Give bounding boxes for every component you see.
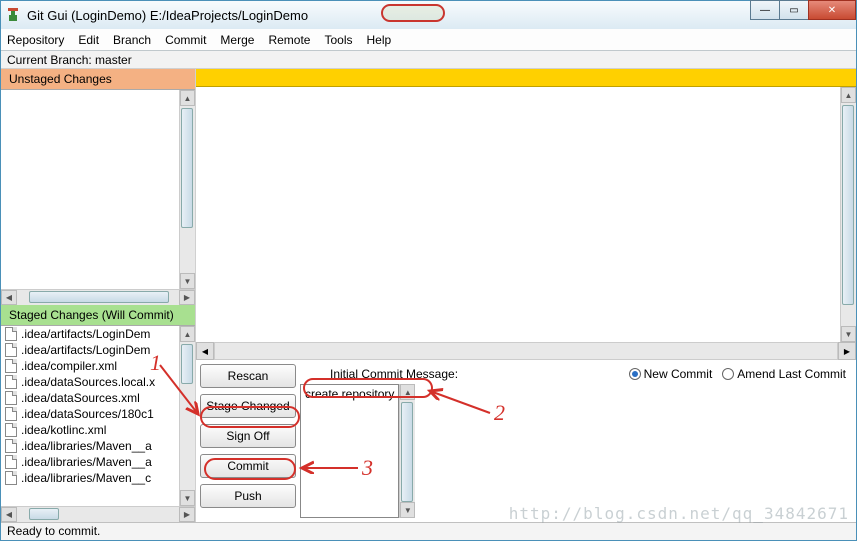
staged-file-item[interactable]: .idea/libraries/Maven__c [1,470,179,486]
unstaged-hscroll[interactable]: ◀▶ [1,289,195,305]
menu-bar: Repository Edit Branch Commit Merge Remo… [1,29,856,51]
file-name: .idea/dataSources/180c1 [21,407,154,421]
menu-branch[interactable]: Branch [113,33,151,47]
staged-file-item[interactable]: .idea/dataSources.local.x [1,374,179,390]
diff-view[interactable] [196,87,840,342]
menu-merge[interactable]: Merge [220,33,254,47]
file-icon [5,359,17,373]
staged-hscroll[interactable]: ◀▶ [1,506,195,522]
stage-changed-button[interactable]: Stage Changed [200,394,296,418]
watermark: http://blog.csdn.net/qq_34842671 [509,504,849,523]
staged-file-item[interactable]: .idea/artifacts/LoginDem [1,326,179,342]
staged-file-item[interactable]: .idea/libraries/Maven__a [1,454,179,470]
commit-button[interactable]: Commit [200,454,296,478]
unstaged-vscroll[interactable]: ▲▼ [179,90,195,289]
maximize-button[interactable]: ▭ [779,0,809,20]
file-name: .idea/libraries/Maven__a [21,455,152,469]
file-icon [5,327,17,341]
new-commit-radio[interactable]: New Commit [629,367,713,381]
file-icon [5,439,17,453]
file-name: .idea/artifacts/LoginDem [21,343,150,357]
file-name: .idea/libraries/Maven__a [21,439,152,453]
staged-vscroll[interactable]: ▲▼ [179,326,195,506]
app-icon [5,7,21,23]
file-name: .idea/artifacts/LoginDem [21,327,150,341]
window-title: Git Gui (LoginDemo) E:/IdeaProjects/Logi… [27,8,308,23]
amend-commit-radio[interactable]: Amend Last Commit [722,367,846,381]
staged-header: Staged Changes (Will Commit) [1,305,195,326]
diff-header [196,69,856,87]
staged-list[interactable]: .idea/artifacts/LoginDem .idea/artifacts/… [1,326,195,506]
menu-edit[interactable]: Edit [78,33,99,47]
staged-file-item[interactable]: .idea/compiler.xml [1,358,179,374]
unstaged-header: Unstaged Changes [1,69,195,90]
file-name: .idea/dataSources.local.x [21,375,155,389]
git-gui-window: Git Gui (LoginDemo) E:/IdeaProjects/Logi… [0,0,857,541]
file-icon [5,391,17,405]
staged-file-item[interactable]: .idea/libraries/Maven__a [1,438,179,454]
staged-file-item[interactable]: .idea/dataSources.xml [1,390,179,406]
menu-repository[interactable]: Repository [7,33,64,47]
file-icon [5,375,17,389]
file-icon [5,343,17,357]
commit-message-label: Initial Commit Message: [330,367,458,381]
title-bar: Git Gui (LoginDemo) E:/IdeaProjects/Logi… [1,1,856,29]
current-branch-label: Current Branch: master [1,51,856,69]
close-button[interactable]: ✕ [808,0,856,20]
file-icon [5,423,17,437]
commit-message-text: create repository [305,387,394,401]
menu-tools[interactable]: Tools [324,33,352,47]
file-icon [5,471,17,485]
file-icon [5,455,17,469]
staged-file-item[interactable]: .idea/kotlinc.xml [1,422,179,438]
menu-remote[interactable]: Remote [268,33,310,47]
staged-file-item[interactable]: .idea/dataSources/180c1 [1,406,179,422]
push-button[interactable]: Push [200,484,296,508]
sign-off-button[interactable]: Sign Off [200,424,296,448]
annotation-title-ring [381,4,445,22]
commit-message-input[interactable]: create repository [300,384,399,518]
staged-file-item[interactable]: .idea/artifacts/LoginDem [1,342,179,358]
commit-msg-vscroll[interactable]: ▲▼ [399,384,415,518]
file-icon [5,407,17,421]
file-name: .idea/kotlinc.xml [21,423,106,437]
menu-commit[interactable]: Commit [165,33,206,47]
status-bar: Ready to commit. [1,522,856,540]
diff-hscroll[interactable]: ◀▶ [196,342,856,360]
diff-vscroll[interactable]: ▲▼ [840,87,856,342]
unstaged-list[interactable]: ▲▼ [1,90,195,289]
menu-help[interactable]: Help [366,33,391,47]
file-name: .idea/compiler.xml [21,359,117,373]
minimize-button[interactable]: — [750,0,780,20]
file-name: .idea/libraries/Maven__c [21,471,151,485]
file-name: .idea/dataSources.xml [21,391,140,405]
rescan-button[interactable]: Rescan [200,364,296,388]
